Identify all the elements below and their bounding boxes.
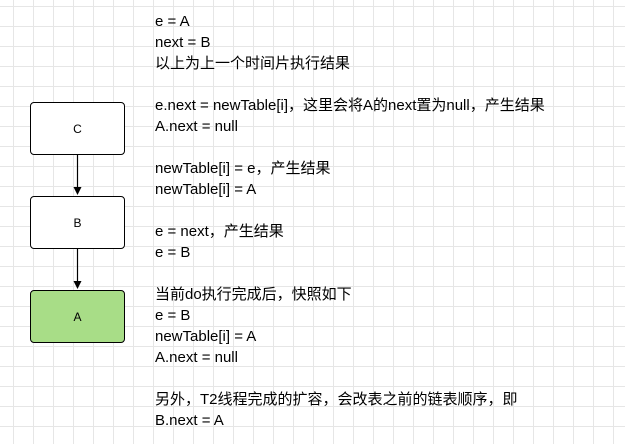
note-line: e = next，产生结果 bbox=[155, 223, 284, 240]
note-line: e.next = newTable[i]，这里会将A的next置为null，产生… bbox=[155, 97, 545, 114]
node-c: C bbox=[30, 102, 125, 155]
note-block: e.next = newTable[i]，这里会将A的next置为null，产生… bbox=[155, 95, 620, 137]
node-b: B bbox=[30, 196, 125, 249]
note-line: e = A bbox=[155, 13, 190, 30]
note-line: A.next = null bbox=[155, 118, 238, 135]
edge-b-to-a bbox=[73, 249, 82, 289]
edge-c-to-b bbox=[73, 155, 82, 195]
node-b-label: B bbox=[73, 215, 82, 230]
note-line: newTable[i] = A bbox=[155, 328, 257, 345]
note-block: 当前do执行完成后，快照如下 e = B newTable[i] = A A.n… bbox=[155, 284, 620, 368]
note-line: newTable[i] = A bbox=[155, 181, 257, 198]
notes-panel: e = A next = B 以上为上一个时间片执行结果 e.next = ne… bbox=[155, 11, 620, 431]
note-line: newTable[i] = e，产生结果 bbox=[155, 160, 331, 177]
note-block: e = A next = B 以上为上一个时间片执行结果 bbox=[155, 11, 620, 74]
note-line: e = B bbox=[155, 244, 191, 261]
note-block: e = next，产生结果 e = B bbox=[155, 221, 620, 263]
node-a-label: A bbox=[73, 309, 82, 324]
note-line: A.next = null bbox=[155, 349, 238, 366]
node-a: A bbox=[30, 290, 125, 343]
note-line: 以上为上一个时间片执行结果 bbox=[155, 55, 351, 72]
note-line: 当前do执行完成后，快照如下 bbox=[155, 286, 352, 303]
note-block: newTable[i] = e，产生结果 newTable[i] = A bbox=[155, 158, 620, 200]
note-line: 另外，T2线程完成的扩容，会改表之前的链表顺序，即 bbox=[155, 391, 518, 408]
note-block: 另外，T2线程完成的扩容，会改表之前的链表顺序，即 B.next = A bbox=[155, 389, 620, 431]
note-line: next = B bbox=[155, 34, 211, 51]
note-line: B.next = A bbox=[155, 412, 224, 429]
note-line: e = B bbox=[155, 307, 191, 324]
node-c-label: C bbox=[73, 121, 82, 136]
